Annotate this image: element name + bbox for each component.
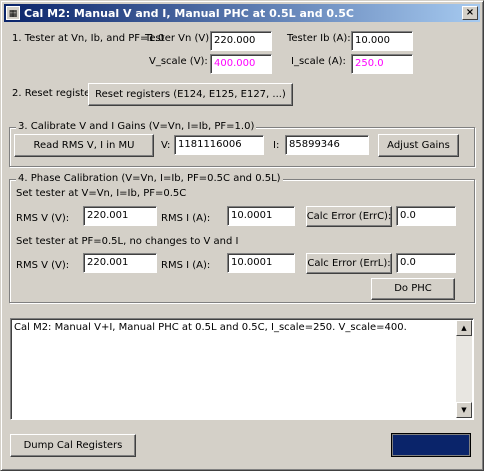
log-scrollbar[interactable]: ▲ ▼ <box>456 320 472 418</box>
l-rms-i-field[interactable]: 10.0001 <box>227 253 295 273</box>
v-gain-field[interactable]: 1181116006 <box>174 135 264 155</box>
do-phc-button[interactable]: Do PHC <box>371 278 455 300</box>
reset-registers-button[interactable]: Reset registers (E124, E125, E127, ...) <box>88 83 293 106</box>
i-gain-label: I: <box>273 140 280 151</box>
i-scale-field[interactable]: 250.0 <box>351 54 413 74</box>
title-bar[interactable]: ▦ Cal M2: Manual V and I, Manual PHC at … <box>4 4 480 22</box>
tester-ib-field[interactable]: 10.000 <box>351 31 413 51</box>
c-rms-v-label: RMS V (V): <box>16 213 70 224</box>
l-rms-i-label: RMS I (A): <box>161 260 211 271</box>
c-rms-i-field[interactable]: 10.0001 <box>227 206 295 226</box>
i-gain-field[interactable]: 85899346 <box>285 135 369 155</box>
pf-05c-instruction: Set tester at V=Vn, I=Ib, PF=0.5C <box>16 188 187 199</box>
dump-cal-registers-button[interactable]: Dump Cal Registers <box>10 434 136 457</box>
i-scale-label: I_scale (A): <box>291 56 346 67</box>
calc-error-c-button[interactable]: Calc Error (ErrC): <box>306 206 392 227</box>
tester-vn-field[interactable]: 220.000 <box>210 31 272 51</box>
scroll-up-icon[interactable]: ▲ <box>456 320 472 336</box>
dialog-window: ▦ Cal M2: Manual V and I, Manual PHC at … <box>0 0 484 471</box>
phase-calibration-title: 4. Phase Calibration (V=Vn, I=Ib, PF=0.5… <box>16 173 283 185</box>
window-title: Cal M2: Manual V and I, Manual PHC at 0.… <box>24 6 354 20</box>
v-gain-label: V: <box>161 140 171 151</box>
log-text: Cal M2: Manual V+I, Manual PHC at 0.5L a… <box>14 322 407 333</box>
close-button[interactable]: × <box>462 6 478 20</box>
ok-button[interactable] <box>391 433 471 457</box>
calibration-app-icon: ▦ <box>6 6 20 20</box>
err-c-field[interactable]: 0.0 <box>396 206 456 226</box>
step1-label: 1. Tester at Vn, Ib, and PF=1.0 <box>12 33 165 44</box>
step2-label: 2. Reset registers <box>12 88 100 99</box>
calibrate-gains-title: 3. Calibrate V and I Gains (V=Vn, I=Ib, … <box>16 121 257 133</box>
read-rms-button[interactable]: Read RMS V, I in MU <box>14 134 154 157</box>
tester-ib-label: Tester Ib (A): <box>287 33 351 44</box>
adjust-gains-button[interactable]: Adjust Gains <box>378 134 459 157</box>
l-rms-v-field[interactable]: 220.001 <box>83 253 157 273</box>
v-scale-field[interactable]: 400.000 <box>210 54 272 74</box>
scroll-down-icon[interactable]: ▼ <box>456 402 472 418</box>
calc-error-l-button[interactable]: Calc Error (ErrL): <box>306 253 392 274</box>
v-scale-label: V_scale (V): <box>149 56 208 67</box>
c-rms-i-label: RMS I (A): <box>161 213 211 224</box>
c-rms-v-field[interactable]: 220.001 <box>83 206 157 226</box>
log-textarea[interactable]: Cal M2: Manual V+I, Manual PHC at 0.5L a… <box>10 318 474 420</box>
tester-vn-label: Tester Vn (V): <box>145 33 213 44</box>
err-l-field[interactable]: 0.0 <box>396 253 456 273</box>
l-rms-v-label: RMS V (V): <box>16 260 70 271</box>
pf-05l-instruction: Set tester at PF=0.5L, no changes to V a… <box>16 236 239 247</box>
